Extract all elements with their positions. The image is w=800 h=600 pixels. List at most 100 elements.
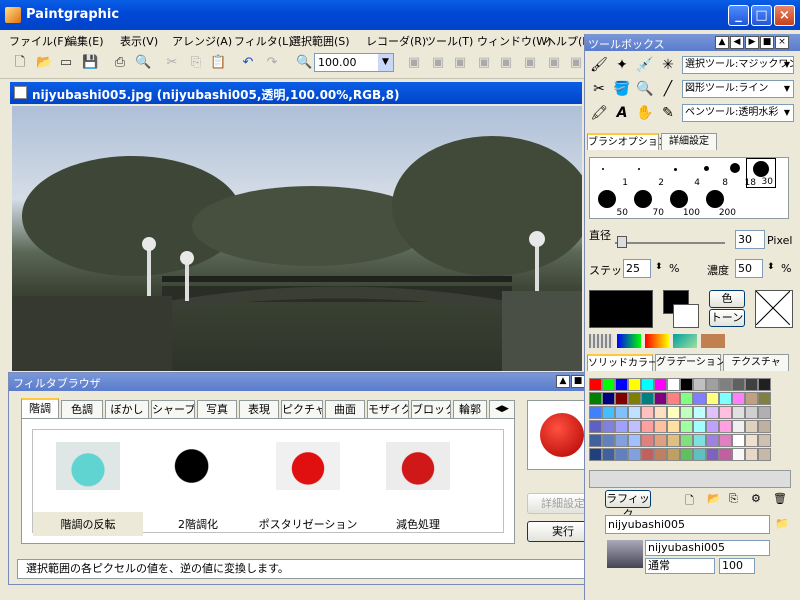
- palette-swatch[interactable]: [745, 420, 758, 433]
- palette-swatch[interactable]: [615, 378, 628, 391]
- palette-swatch[interactable]: [719, 420, 732, 433]
- magic-wand-tool-icon[interactable]: ✳: [657, 54, 679, 76]
- palette-swatch[interactable]: [758, 392, 771, 405]
- tab-photo[interactable]: 写真: [197, 400, 237, 418]
- tab-brush-option[interactable]: ブラシオプション: [587, 133, 668, 150]
- tone-mode-button[interactable]: トーン: [709, 309, 745, 327]
- tab-block[interactable]: ブロック: [411, 400, 451, 418]
- palette-swatch[interactable]: [693, 434, 706, 447]
- palette-swatch[interactable]: [589, 378, 602, 391]
- pen-tool-icon[interactable]: ✎: [657, 102, 679, 124]
- copy-icon[interactable]: ⎘: [188, 55, 204, 71]
- palette-swatch[interactable]: [758, 434, 771, 447]
- density-spinner-icon[interactable]: ⬍: [767, 262, 775, 272]
- no-color-swatch[interactable]: [755, 290, 793, 328]
- panel-minimize-icon[interactable]: ▲: [556, 375, 570, 388]
- color-tab-icon[interactable]: [645, 334, 669, 348]
- palette-swatch[interactable]: [706, 392, 719, 405]
- palette-swatch[interactable]: [615, 406, 628, 419]
- palette-swatch[interactable]: [602, 434, 615, 447]
- palette-swatch[interactable]: [667, 392, 680, 405]
- layer-name-field[interactable]: nijyubashi005: [645, 540, 770, 556]
- align-center-icon[interactable]: ▣: [430, 55, 446, 71]
- palette-swatch[interactable]: [680, 420, 693, 433]
- palette-swatch[interactable]: [589, 448, 602, 461]
- tab-blur[interactable]: ぼかし: [105, 400, 149, 418]
- tab-gradation[interactable]: 階調: [21, 398, 59, 419]
- print-preview-icon[interactable]: 🔍: [135, 55, 151, 71]
- brush-tool-icon[interactable]: 🖌: [588, 54, 610, 76]
- zoom-select[interactable]: 100.00 ▼: [314, 53, 394, 72]
- pattern-tab-icon[interactable]: [589, 334, 613, 348]
- palette-swatch[interactable]: [706, 406, 719, 419]
- palette-swatch[interactable]: [706, 420, 719, 433]
- density-input[interactable]: 50: [735, 259, 763, 278]
- menu-filter[interactable]: フィルタ(L): [234, 33, 293, 49]
- close-button[interactable]: ×: [774, 5, 795, 26]
- diameter-input[interactable]: 30: [735, 230, 765, 249]
- palette-swatch[interactable]: [641, 448, 654, 461]
- step-input[interactable]: 25: [623, 259, 651, 278]
- palette-swatch[interactable]: [667, 434, 680, 447]
- layer-file-select[interactable]: nijyubashi005: [605, 515, 770, 534]
- print-icon[interactable]: ⎙: [112, 55, 128, 71]
- toolbox-collapse-icon[interactable]: ▲: [715, 36, 729, 49]
- palette-swatch[interactable]: [693, 392, 706, 405]
- palette-swatch[interactable]: [680, 392, 693, 405]
- palette-swatch[interactable]: [615, 392, 628, 405]
- tab-solid-color[interactable]: ソリッドカラー: [587, 354, 658, 371]
- palette-swatch[interactable]: [719, 378, 732, 391]
- filter-item-threshold[interactable]: 2階調化: [143, 442, 253, 536]
- brush-30[interactable]: 30: [746, 158, 776, 188]
- palette-swatch[interactable]: [732, 392, 745, 405]
- diameter-slider[interactable]: [615, 242, 725, 244]
- color-palette[interactable]: [589, 378, 787, 466]
- minimize-button[interactable]: _: [728, 5, 749, 26]
- color-mode-button[interactable]: 色: [709, 290, 745, 308]
- palette-swatch[interactable]: [719, 434, 732, 447]
- palette-swatch[interactable]: [680, 448, 693, 461]
- palette-swatch[interactable]: [667, 420, 680, 433]
- palette-swatch[interactable]: [615, 434, 628, 447]
- panel-maximize-icon[interactable]: ■: [571, 375, 585, 388]
- palette-swatch[interactable]: [680, 378, 693, 391]
- menu-arrange[interactable]: アレンジ(A): [172, 33, 232, 49]
- save-icon[interactable]: 💾: [82, 55, 98, 71]
- toolbox-next-icon[interactable]: ▶: [745, 36, 759, 49]
- step-spinner-icon[interactable]: ⬍: [655, 262, 663, 272]
- palette-swatch[interactable]: [667, 448, 680, 461]
- palette-swatch[interactable]: [589, 420, 602, 433]
- document-titlebar[interactable]: nijyubashi005.jpg (nijyubashi005,透明,100.…: [10, 82, 582, 104]
- palette-swatch[interactable]: [693, 448, 706, 461]
- menu-window[interactable]: ウィンドウ(W): [477, 33, 551, 49]
- tab-curved[interactable]: 曲面: [325, 400, 365, 418]
- open-layer-icon[interactable]: 📂: [707, 492, 721, 505]
- palette-swatch[interactable]: [732, 406, 745, 419]
- new-file-icon[interactable]: 🗋: [12, 55, 28, 71]
- palette-swatch[interactable]: [641, 434, 654, 447]
- palette-swatch[interactable]: [693, 420, 706, 433]
- palette-swatch[interactable]: [706, 448, 719, 461]
- palette-swatch[interactable]: [719, 392, 732, 405]
- tab-outline[interactable]: 輪郭: [453, 400, 487, 418]
- palette-swatch[interactable]: [602, 406, 615, 419]
- palette-swatch[interactable]: [667, 378, 680, 391]
- eyedropper-tool-icon[interactable]: 💉: [634, 54, 656, 76]
- layer-settings-icon[interactable]: ⚙: [751, 492, 761, 505]
- menu-edit[interactable]: 編集(E): [66, 33, 104, 49]
- paste-icon[interactable]: 📋: [210, 55, 226, 71]
- palette-swatch[interactable]: [732, 420, 745, 433]
- palette-swatch[interactable]: [628, 378, 641, 391]
- palette-swatch[interactable]: [628, 406, 641, 419]
- hand-tool-icon[interactable]: ✋: [634, 102, 656, 124]
- diameter-slider-thumb[interactable]: [617, 236, 627, 248]
- distribute-v-icon[interactable]: ▣: [568, 55, 584, 71]
- fill-tool-icon[interactable]: 🪣: [611, 78, 633, 100]
- palette-swatch[interactable]: [719, 406, 732, 419]
- palette-swatch[interactable]: [732, 448, 745, 461]
- palette-swatch[interactable]: [641, 378, 654, 391]
- menu-tool[interactable]: ツール(T): [425, 33, 473, 49]
- palette-swatch[interactable]: [745, 406, 758, 419]
- trash-icon[interactable]: 🗑: [773, 492, 787, 505]
- layer-mode-dropdown[interactable]: ラフィック: [605, 490, 651, 521]
